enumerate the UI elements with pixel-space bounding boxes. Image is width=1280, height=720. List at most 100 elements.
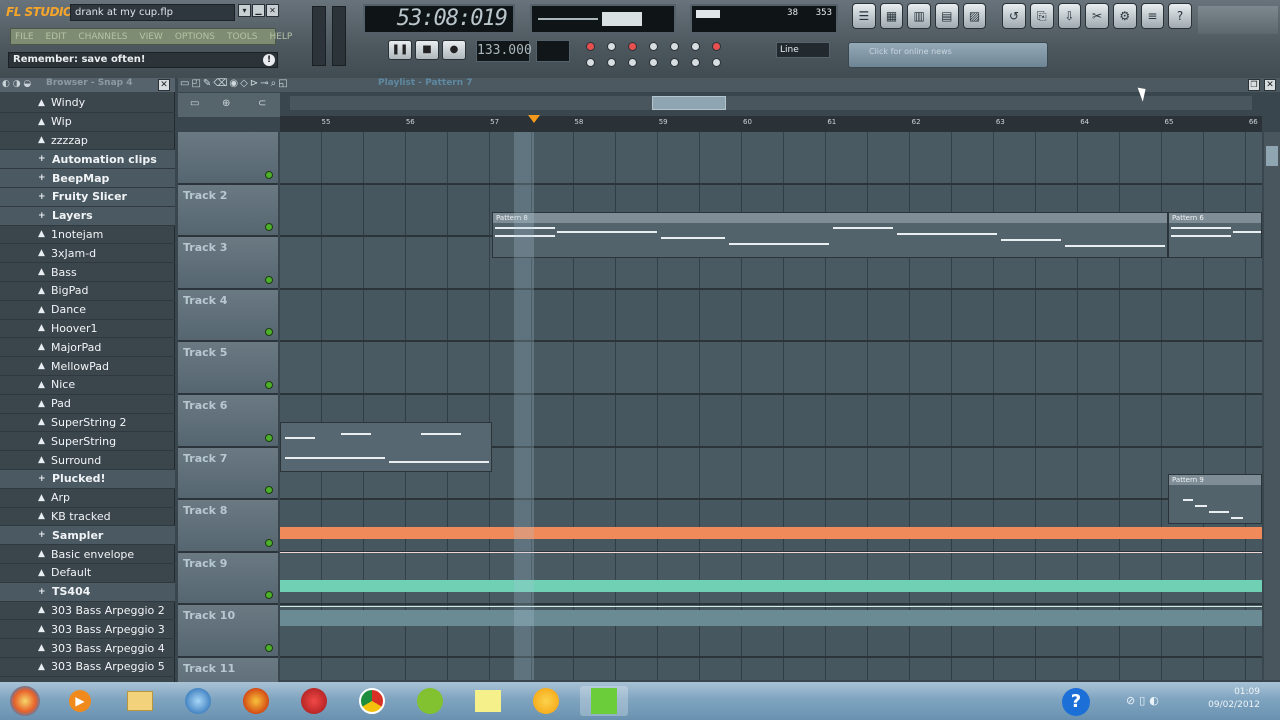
menu-edit[interactable]: EDIT — [46, 32, 67, 42]
taskbar-clock[interactable]: 01:09 09/02/2012 — [1208, 686, 1260, 712]
track-header[interactable]: Track 3 — [178, 237, 278, 290]
menu-channels[interactable]: CHANNELS — [78, 32, 127, 42]
close-app-button[interactable]: ✕ — [266, 4, 279, 17]
blend-toggle[interactable] — [691, 42, 700, 51]
cut-icon[interactable]: ✂ — [1085, 3, 1109, 29]
browser-file[interactable]: ▲ Default — [0, 564, 175, 583]
info-icon[interactable]: ! — [263, 54, 275, 66]
vertical-scroll-thumb[interactable] — [1266, 146, 1278, 166]
fruity-icon[interactable] — [522, 686, 570, 716]
browser-file[interactable]: ▲ Bass — [0, 263, 175, 282]
master-pitch-slider[interactable] — [332, 6, 346, 66]
track-header[interactable]: Track 7 — [178, 447, 278, 501]
menu-view[interactable]: VIEW — [139, 32, 162, 42]
pattern-selector[interactable] — [536, 40, 570, 62]
explorer-icon[interactable] — [116, 686, 164, 716]
track-header[interactable]: Track 5 — [178, 342, 278, 395]
browser-folder[interactable]: + Layers — [0, 206, 175, 226]
track-mute-led-icon[interactable] — [265, 486, 273, 495]
browser-folder[interactable]: + BeepMap — [0, 169, 175, 188]
ie-icon[interactable] — [174, 686, 222, 716]
track-header[interactable]: Track 2 — [178, 184, 278, 238]
step-edit-toggle[interactable] — [712, 42, 721, 51]
browser-file[interactable]: ▲ MellowPad — [0, 357, 175, 376]
browser-file[interactable]: ▲ Surround — [0, 451, 175, 470]
mixer-icon[interactable]: ▨ — [962, 3, 987, 29]
track-mute-led-icon[interactable] — [265, 538, 273, 547]
browser-file[interactable]: ▲ Nice — [0, 376, 175, 395]
track-header[interactable] — [178, 132, 278, 185]
timeline-ruler[interactable]: 55 56 57 58 59 60 61 62 63 64 65 66 — [280, 116, 1262, 132]
browser-icon[interactable]: ▤ — [935, 3, 959, 29]
loop-record-toggle[interactable] — [607, 58, 616, 67]
browser-close-button[interactable]: ✕ — [158, 79, 170, 91]
menu-options[interactable]: OPTIONS — [175, 32, 215, 42]
track-header[interactable]: Track 10 — [178, 605, 278, 658]
browser-file[interactable]: ▲ Dance — [0, 301, 175, 320]
track-mute-led-icon[interactable] — [265, 380, 273, 389]
clip-track-7[interactable] — [280, 422, 492, 472]
vertical-scrollbar[interactable] — [1264, 132, 1280, 680]
track-menu-icon[interactable]: ▭ — [190, 98, 199, 109]
horizontal-scrollbar[interactable] — [290, 96, 1252, 110]
menu-help[interactable]: HELP — [269, 32, 292, 42]
online-news-panel[interactable]: Click for online news — [848, 42, 1048, 68]
record-button[interactable]: ● — [442, 40, 466, 60]
playlist-grid[interactable]: Pattern 8 Pattern 6 Pattern 9 — [280, 132, 1262, 680]
chrome-icon[interactable] — [348, 686, 396, 716]
snap-toggle[interactable] — [712, 58, 721, 67]
track-header[interactable]: Track 4 — [178, 289, 278, 343]
wait-toggle[interactable] — [649, 42, 658, 51]
zoom-icon[interactable]: ⊕ — [222, 98, 230, 109]
track-mute-led-icon[interactable] — [265, 433, 273, 442]
browser-file[interactable]: ▲ Arp — [0, 489, 175, 508]
minimize-button[interactable]: ▁ — [252, 4, 265, 17]
playlist-tool-icons[interactable]: ▭◰✎⌫◉◇⊳⊸⌕◱ — [180, 78, 290, 89]
browser-file[interactable]: ▲ 1notejam — [0, 226, 175, 245]
browser-file[interactable]: ▲ Hoover1 — [0, 320, 175, 339]
track-header[interactable]: Track 6 — [178, 394, 278, 448]
browser-folder[interactable]: + TS404 — [0, 582, 175, 602]
browser-file[interactable]: ▲ 303 Bass Arpeggio 5 — [0, 658, 175, 677]
browser-file[interactable]: ▲ Wip — [0, 113, 175, 132]
system-tray-icons[interactable]: ⊘▯◐ — [1126, 694, 1163, 707]
playlist-maximize-button[interactable]: ❐ — [1248, 79, 1260, 91]
spotify-icon[interactable] — [406, 686, 454, 716]
song-mode-toggle[interactable] — [607, 42, 616, 51]
fl-studio-running-icon[interactable] — [580, 686, 628, 716]
piano-roll-icon[interactable]: ▥ — [907, 3, 932, 29]
render-icon[interactable]: ⇩ — [1057, 3, 1082, 29]
help-tray-icon[interactable]: ? — [1062, 688, 1090, 716]
clip-pattern-8[interactable]: Pattern 8 — [492, 212, 1168, 258]
track-mute-led-icon[interactable] — [265, 275, 273, 284]
clip-pattern-6[interactable]: Pattern 6 — [1168, 212, 1262, 258]
browser-file[interactable]: ▲ 3xJam-d — [0, 244, 175, 264]
pause-button[interactable]: ❚❚ — [388, 40, 412, 60]
typing-keyboard-toggle[interactable] — [586, 58, 595, 67]
start-button[interactable] — [0, 686, 50, 716]
browser-file[interactable]: ▲ BigPad — [0, 282, 175, 301]
track-mute-led-icon[interactable] — [265, 328, 273, 337]
browser-folder[interactable]: + Plucked! — [0, 469, 175, 489]
scroll-thumb[interactable] — [652, 96, 726, 110]
song-position-marker[interactable] — [528, 115, 540, 123]
browser-folder[interactable]: + Sampler — [0, 526, 175, 546]
pattern-mode-toggle[interactable] — [586, 42, 595, 51]
browser-nav-icons[interactable]: ◐ ◑ ◒ — [2, 79, 31, 89]
automation-clip-track-9[interactable] — [280, 527, 1262, 539]
browser-file[interactable]: ▲ Pad — [0, 395, 175, 414]
browser-file[interactable]: ▲ SuperString 2 — [0, 414, 175, 433]
browser-file[interactable]: ▲ KB tracked — [0, 508, 175, 527]
stop-button[interactable]: ■ — [415, 40, 439, 60]
playlist-close-button[interactable]: ✕ — [1264, 79, 1276, 91]
track-mute-led-icon[interactable] — [265, 643, 273, 652]
fl-studio-icon[interactable] — [290, 686, 338, 716]
tempo-display[interactable]: 133.000 — [476, 40, 532, 62]
menu-arrow-button[interactable]: ▾ — [238, 4, 251, 17]
metronome-toggle[interactable] — [628, 42, 637, 51]
track-header[interactable]: Track 8 — [178, 500, 278, 553]
save-icon[interactable]: ⎘ — [1029, 3, 1054, 29]
snap-selector[interactable]: Line — [776, 42, 830, 58]
settings-icon[interactable]: ⚙ — [1112, 3, 1137, 29]
playlist-icon[interactable]: ☰ — [852, 3, 876, 29]
